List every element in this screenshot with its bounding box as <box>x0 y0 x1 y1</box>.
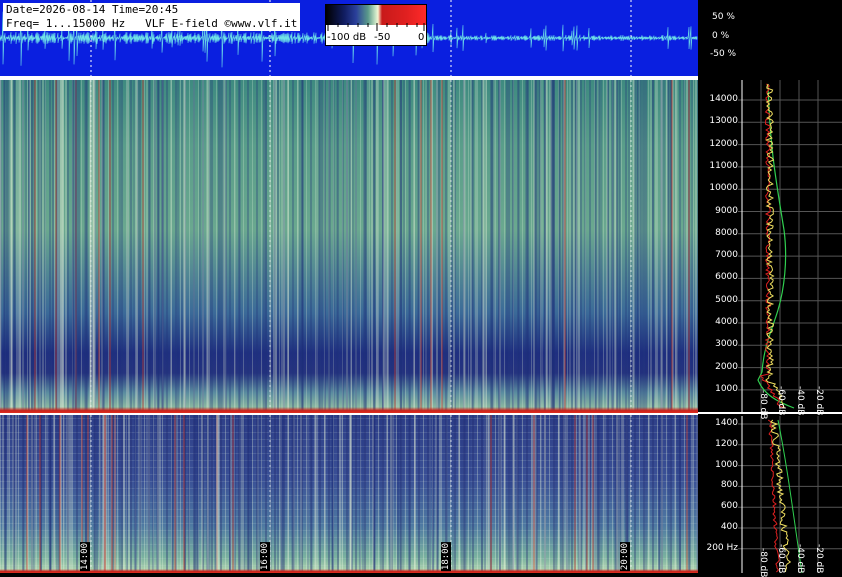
freq-tick-label: 7000 <box>715 250 738 261</box>
scale-label-min: -100 dB <box>327 32 367 43</box>
freq-tick-label: 13000 <box>709 116 738 127</box>
spectrogram-upper <box>0 80 698 413</box>
db-label: -20 dB <box>814 386 824 416</box>
scale-label-max: 0 <box>418 32 425 43</box>
freq-tick-label: 9000 <box>715 205 738 216</box>
freq-tick-label: 1000 <box>715 383 738 394</box>
freq-tick-label: 600 <box>720 501 738 512</box>
db-label: -20 dB <box>814 544 824 574</box>
freq-tick-label: 5000 <box>715 294 738 305</box>
date-time-line: Date=2026-08-14 Time=20:45 <box>6 3 179 16</box>
db-label: -60 dB <box>776 386 786 416</box>
time-label: 20:00 <box>620 541 630 571</box>
freq-tick-label: 10000 <box>709 183 738 194</box>
freq-tick-label: 14000 <box>709 94 738 104</box>
freq-tick-label: 1200 <box>715 438 738 449</box>
freq-tick-label: 400 <box>720 522 738 532</box>
freq-tick-label: 11000 <box>709 160 738 171</box>
db-label: -40 dB <box>795 544 805 574</box>
freq-tick-label: 1000 <box>715 459 738 470</box>
db-label: -60 dB <box>776 544 786 574</box>
scale-label-mid: -50 <box>374 32 391 43</box>
freq-tick-label: 8000 <box>715 227 738 238</box>
spectrogram-lower: 14:00 16:00 18:00 20:00 <box>0 415 698 573</box>
right-side-panel: 50 % 0 % -50 % 14000 13000 12000 11000 10000… <box>698 0 842 577</box>
freq-line: Freq= 1...15000 Hz VLF E-field ©www.vlf.… <box>6 17 298 30</box>
time-label: 14:00 <box>80 541 90 571</box>
time-label: 16:00 <box>260 541 270 571</box>
freq-tick-label: 2000 <box>715 361 738 372</box>
low-freq-band-lower <box>0 569 698 573</box>
freq-tick-label: 6000 <box>715 272 738 283</box>
time-label: 18:00 <box>441 541 451 571</box>
color-scale-legend: -100 dB -50 0 <box>325 4 427 46</box>
freq-tick-label: 1400 <box>715 418 738 428</box>
freq-tick-label: 200 Hz <box>706 542 738 553</box>
freq-tick-label: 800 <box>720 480 738 491</box>
db-label: -80 dB <box>758 390 768 420</box>
db-label: -40 dB <box>795 386 805 416</box>
freq-tick-label: 3000 <box>715 339 738 350</box>
freq-tick-label: 4000 <box>715 317 738 327</box>
freq-tick-label: 12000 <box>709 138 738 149</box>
color-scale-gradient <box>326 5 426 25</box>
info-box: Date=2026-08-14 Time=20:45 Freq= 1...150… <box>3 3 301 31</box>
spectrum-profile <box>698 80 842 573</box>
